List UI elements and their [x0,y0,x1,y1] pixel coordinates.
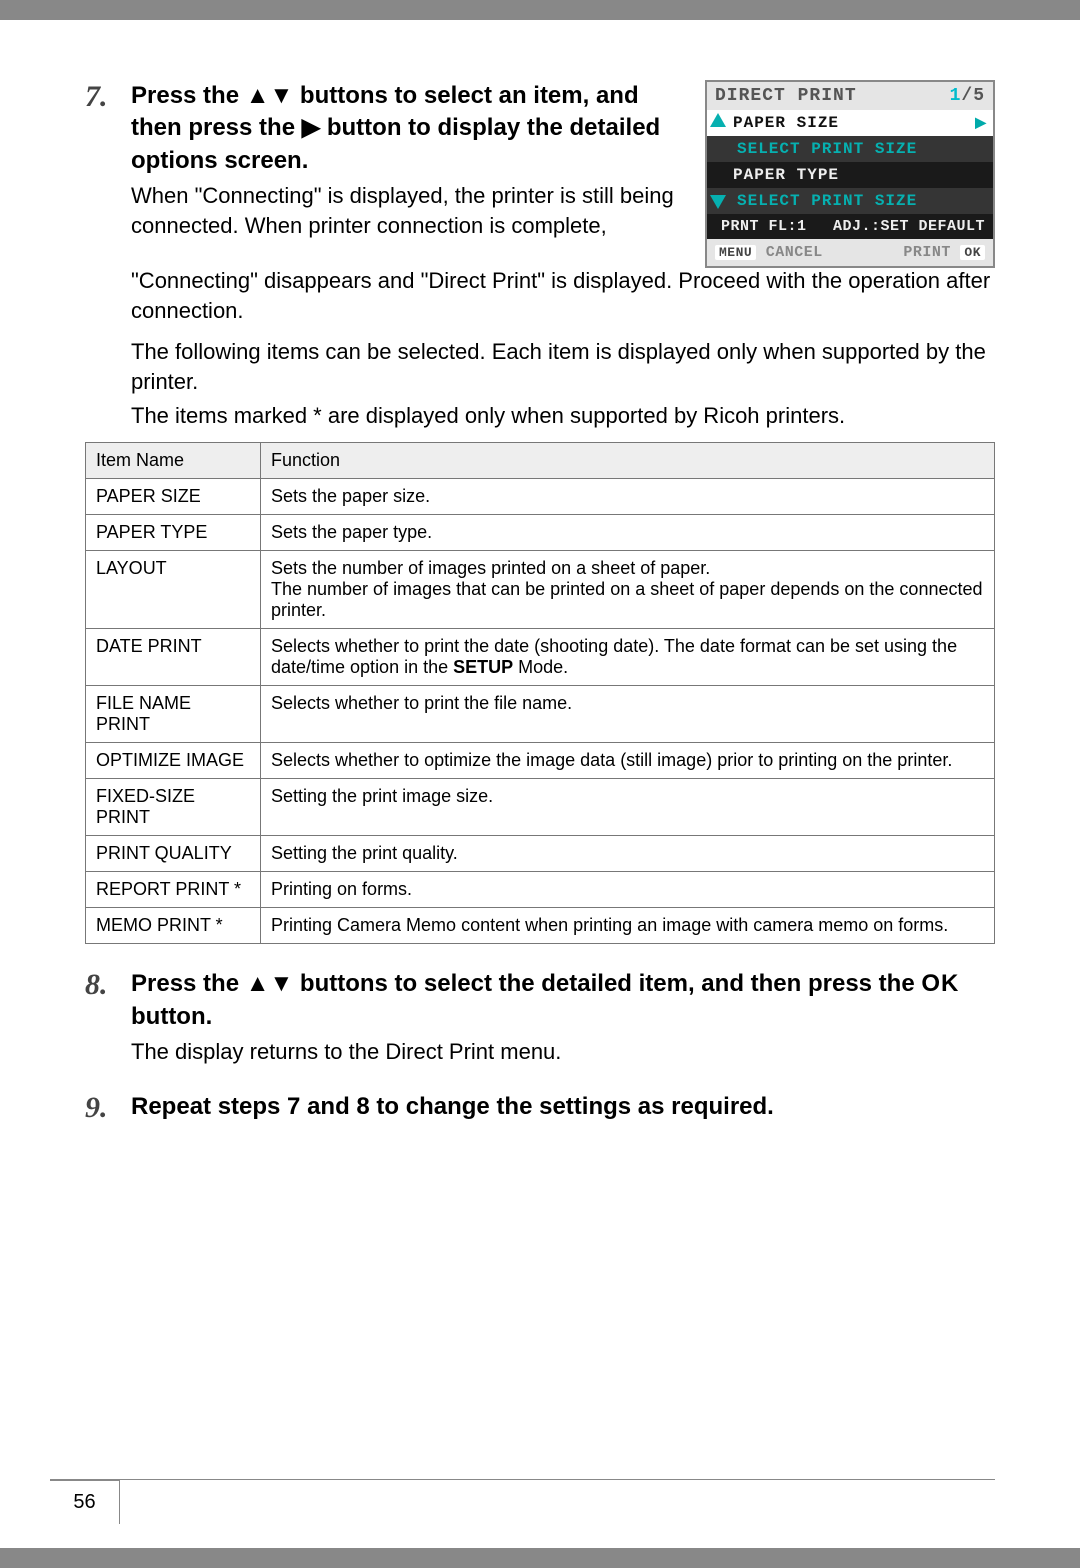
step-7-note2: The items marked * are displayed only wh… [131,401,995,431]
step-7-body-part1: When "Connecting" is displayed, the prin… [131,181,685,240]
step-number: 9. [85,1091,131,1124]
col-item-name: Item Name [86,443,261,479]
table-row: PRINT QUALITYSetting the print quality. [86,836,995,872]
up-down-arrows-icon: ▲▼ [246,970,294,997]
lcd-footer-1: PRNT FL:1 ADJ.:SET DEFAULT [707,214,993,239]
ok-button-label: OK [960,245,985,260]
step-7-note1: The following items can be selected. Eac… [131,337,995,396]
lcd-title: DIRECT PRINT [715,86,857,106]
lcd-row-paper-size-value: SELECT PRINT SIZE [707,136,993,162]
lcd-footer-2: MENU CANCEL PRINT OK [707,239,993,266]
table-row: FIXED-SIZE PRINTSetting the print image … [86,779,995,836]
table-row: PAPER TYPESets the paper type. [86,515,995,551]
lcd-body: PAPER SIZE ▶ SELECT PRINT SIZE PAPER TYP… [707,110,993,239]
page-footer-rule [50,1479,995,1480]
step-number: 7. [85,80,131,113]
step-number: 8. [85,968,131,1001]
step-9-title: Repeat steps 7 and 8 to change the setti… [131,1091,995,1123]
table-row: LAYOUTSets the number of images printed … [86,551,995,629]
step-8: 8. Press the ▲▼ buttons to select the de… [85,968,995,1066]
ok-label: OK [921,970,959,997]
table-header-row: Item Name Function [86,443,995,479]
camera-lcd-preview: DIRECT PRINT 1/5 PAPER SIZE ▶ SELECT PRI… [705,80,995,268]
table-row: REPORT PRINT *Printing on forms. [86,872,995,908]
up-down-arrows-icon: ▲▼ [246,82,294,109]
lcd-row-paper-type: PAPER TYPE [707,162,993,188]
table-row: OPTIMIZE IMAGESelects whether to optimiz… [86,743,995,779]
step-8-body: The display returns to the Direct Print … [131,1037,995,1067]
right-triangle-icon: ▶ [975,115,987,132]
table-row: DATE PRINTSelects whether to print the d… [86,629,995,686]
menu-button-label: MENU [715,245,756,260]
lcd-row-paper-type-value: SELECT PRINT SIZE [707,188,993,214]
manual-page: 7. Press the ▲▼ buttons to select an ite… [0,20,1080,1548]
table-row: PAPER SIZESets the paper size. [86,479,995,515]
step-7: 7. Press the ▲▼ buttons to select an ite… [85,80,995,944]
right-arrow-icon: ▶ [302,114,320,141]
table-row: MEMO PRINT *Printing Camera Memo content… [86,908,995,944]
lcd-page-indicator: 1/5 [950,86,985,106]
lcd-row-paper-size: PAPER SIZE ▶ [707,110,993,136]
step-8-title: Press the ▲▼ buttons to select the detai… [131,968,995,1033]
print-items-table: Item Name Function PAPER SIZESets the pa… [85,442,995,944]
step-7-body-part2: "Connecting" disappears and "Direct Prin… [131,266,995,325]
step-9: 9. Repeat steps 7 and 8 to change the se… [85,1091,995,1124]
col-function: Function [261,443,995,479]
step-7-title: Press the ▲▼ buttons to select an item, … [131,80,685,177]
page-number: 56 [50,1480,120,1524]
lcd-header: DIRECT PRINT 1/5 [707,82,993,110]
table-row: FILE NAME PRINTSelects whether to print … [86,686,995,743]
